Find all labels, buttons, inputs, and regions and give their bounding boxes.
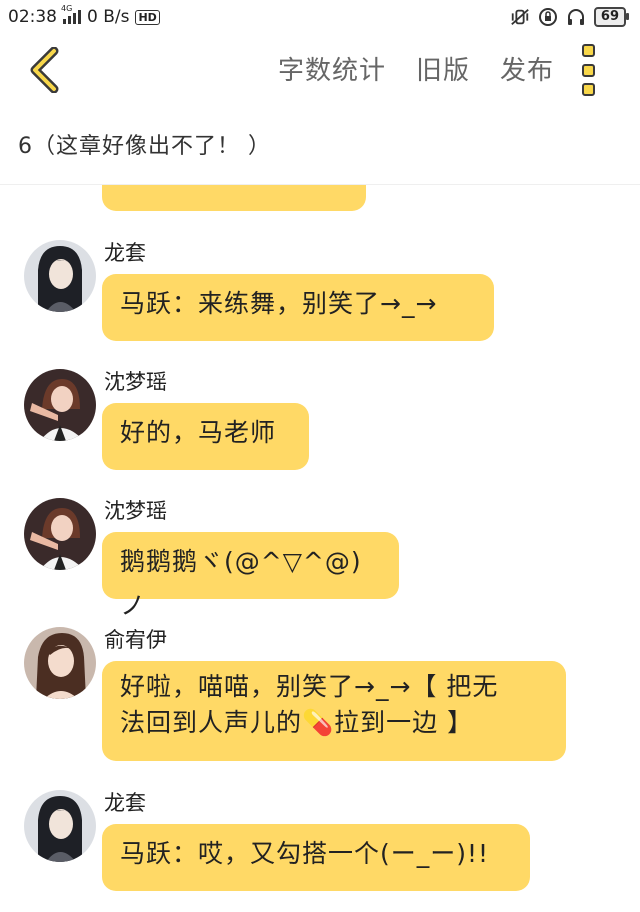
signal-icon: 4G xyxy=(61,4,81,24)
menu-dot xyxy=(581,83,595,96)
message-text: 好的，马老师 xyxy=(120,418,277,447)
vibrate-off-icon xyxy=(510,7,530,27)
top-bar: 字数统计 旧版 发布 xyxy=(0,34,640,106)
publish-button[interactable]: 发布 xyxy=(500,50,554,87)
network-type: 4G xyxy=(61,4,73,13)
message-text: 扔扔扔扔扔扔扔 xyxy=(120,185,348,199)
word-count-button[interactable]: 字数统计 xyxy=(278,50,386,87)
message-bubble[interactable]: 马跃：来练舞，别笑了→_→ xyxy=(102,274,494,341)
avatar[interactable] xyxy=(24,498,96,570)
message-bubble[interactable]: 马跃：哎，又勾搭一个(ー_ー)!! xyxy=(102,824,530,891)
message-text: 马跃：哎，又勾搭一个(ー_ー)!! xyxy=(120,839,490,868)
sender-name: 龙套 xyxy=(104,791,146,815)
message-text: 马跃：来练舞，别笑了→_→ xyxy=(120,289,438,318)
battery-icon: 69 xyxy=(593,7,630,27)
message-bubble[interactable]: 鹅鹅鹅ヾ(@^▽^@)ノ xyxy=(102,532,399,620)
status-left: 02:38 4G 0 B/s HD xyxy=(8,4,160,27)
sender-name: 龙套 xyxy=(104,241,146,265)
old-version-button[interactable]: 旧版 xyxy=(416,50,470,87)
headphones-icon xyxy=(566,7,586,27)
message-bubble[interactable]: 好的，马老师 xyxy=(102,403,309,470)
menu-dot xyxy=(581,63,595,77)
message-text: 好啦，喵喵，别笑了→_→【 把无 xyxy=(120,672,499,701)
avatar[interactable] xyxy=(24,790,96,862)
message-text: 鹅鹅鹅ヾ(@^▽^@)ノ xyxy=(120,547,362,620)
sender-name: 沈梦瑶 xyxy=(104,499,167,523)
chat-list[interactable]: 扔扔扔扔扔扔扔 龙套 马跃：来练舞，别笑了→_→ 沈梦瑶 好的，马老师 沈梦瑶 … xyxy=(0,185,640,912)
status-time: 02:38 xyxy=(8,7,57,27)
hd-icon: HD xyxy=(135,9,160,25)
avatar[interactable] xyxy=(24,240,96,312)
avatar[interactable] xyxy=(24,369,96,441)
sender-name: 俞宥伊 xyxy=(104,628,167,652)
message-text: 法回到人声儿的💊拉到一边 】 xyxy=(120,708,474,737)
chapter-title[interactable]: 6（这章好像出不了！ ） xyxy=(18,128,271,160)
more-menu-button[interactable] xyxy=(576,44,600,96)
chevron-left-icon xyxy=(30,47,59,93)
avatar[interactable] xyxy=(24,627,96,699)
message-bubble[interactable]: 好啦，喵喵，别笑了→_→【 把无 法回到人声儿的💊拉到一边 】 xyxy=(102,661,566,761)
network-speed: 0 B/s xyxy=(87,7,130,27)
top-actions: 字数统计 旧版 发布 xyxy=(278,50,554,87)
menu-dot xyxy=(581,44,595,57)
message-bubble-partial[interactable]: 扔扔扔扔扔扔扔 xyxy=(102,185,366,211)
sender-name: 沈梦瑶 xyxy=(104,370,167,394)
status-bar: 02:38 4G 0 B/s HD 69 xyxy=(0,0,640,34)
status-right: 69 xyxy=(510,7,630,27)
lock-rotation-icon xyxy=(538,7,558,27)
back-button[interactable] xyxy=(24,46,64,94)
